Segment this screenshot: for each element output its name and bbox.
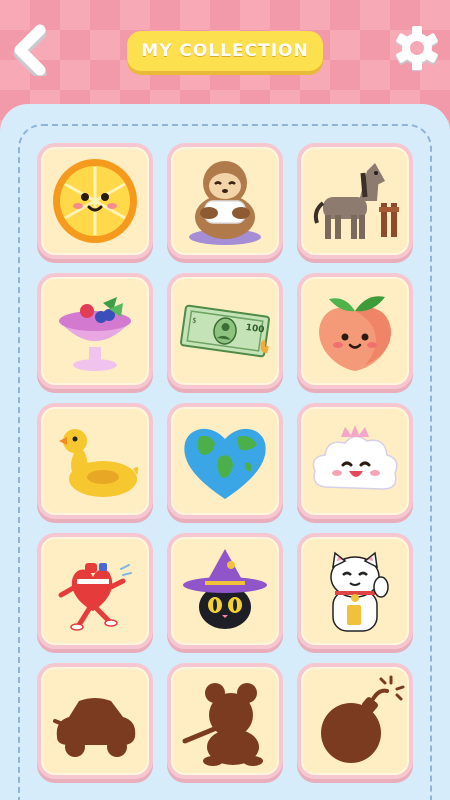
running-heart-icon [58,563,132,631]
collection-card-witch-cat[interactable] [167,533,283,649]
collection-card-cloud-princess[interactable] [297,403,413,519]
collection-card-lucky-cat[interactable] [297,533,413,649]
teddy-silhouette-icon [182,683,263,766]
collection-grid: 100 $ [0,0,450,800]
earth-heart-icon [184,428,266,499]
collection-card-peach[interactable] [297,273,413,389]
horse-icon [313,163,399,239]
collection-card-rubber-duck-float[interactable] [37,403,153,519]
car-silhouette-icon [53,698,136,757]
collection-card-locked-car[interactable] [37,663,153,779]
smoothie-icon [59,297,131,371]
collection-card-locked-bomb[interactable] [297,663,413,779]
collection-card-orange[interactable] [37,143,153,259]
sloth-icon [189,161,261,245]
collection-card-berry-smoothie[interactable] [37,273,153,389]
bomb-silhouette-icon [321,675,405,763]
collection-card-earth-heart[interactable] [167,403,283,519]
collection-card-horse[interactable] [297,143,413,259]
peach-icon [319,296,391,371]
dollar-bill-icon: 100 $ [180,304,270,358]
lucky-cat-icon [330,551,389,632]
witch-cat-icon [183,549,267,629]
orange-icon [53,159,137,243]
collection-card-locked-teddy[interactable] [167,663,283,779]
cloud-princess-icon [312,425,398,490]
collection-card-running-heart[interactable] [37,533,153,649]
duck-float-icon [59,429,139,497]
collection-card-dollar-bill[interactable]: 100 $ [167,273,283,389]
collection-card-sloth[interactable] [167,143,283,259]
